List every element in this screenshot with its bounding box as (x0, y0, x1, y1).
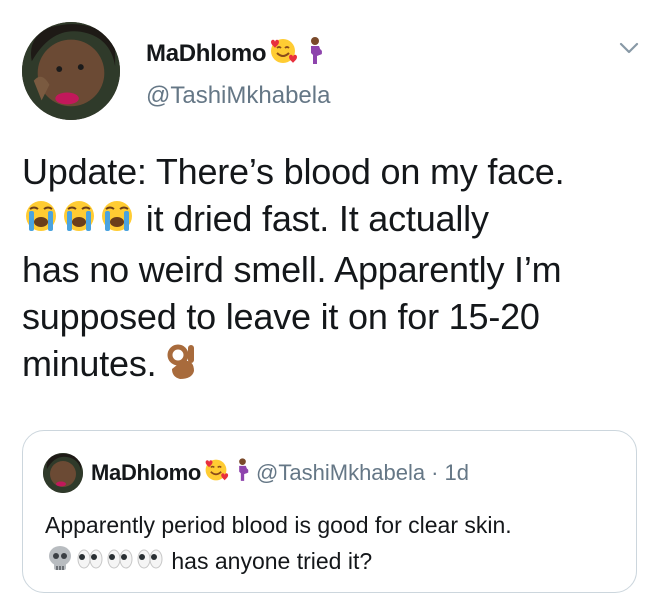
tweet-text-line: minutes. (22, 340, 652, 392)
profile-avatar[interactable] (22, 22, 120, 120)
loudly-crying-face-icon (98, 197, 136, 246)
quoted-text-line: Apparently period blood is good for clea… (45, 512, 512, 538)
quoted-author-display-name: MaDhlomo (91, 460, 202, 485)
ok-hand-icon (166, 341, 200, 392)
tweet-text-segment: minutes. (22, 342, 167, 384)
quoted-text-line: has anyone tried it? (45, 543, 625, 582)
author-display-name[interactable]: MaDhlomo (146, 40, 267, 68)
tweet-text-line: it dried fast. It actually (22, 195, 652, 246)
eyes-icon (135, 545, 165, 581)
author-handle[interactable]: @TashiMkhabela (146, 82, 330, 110)
eyes-icon (75, 545, 105, 581)
tweet-text: Update: There’s blood on my face. it dri… (22, 148, 652, 392)
quoted-tweet-timestamp: 1d (444, 460, 469, 485)
quoted-tweet-header: MaDhlomo @TashiMkhabela · 1d (91, 457, 469, 489)
quoted-text-segment: has anyone tried it? (165, 548, 373, 574)
author-name-row[interactable]: MaDhlomo (146, 36, 324, 71)
quoted-tweet-text: Apparently period blood is good for clea… (45, 507, 625, 582)
chevron-down-icon[interactable] (618, 40, 640, 56)
loudly-crying-face-icon (22, 197, 60, 246)
quoted-author-handle: @TashiMkhabela (256, 460, 426, 485)
tweet-text-line: Update: There’s blood on my face. (22, 151, 565, 192)
loudly-crying-face-icon (60, 197, 98, 246)
skull-icon (45, 544, 75, 582)
separator-dot: · (431, 460, 439, 485)
pregnant-woman-icon (306, 36, 324, 71)
tweet-text-line: supposed to leave it on for 15-20 (22, 295, 540, 337)
tweet-text-segment: it dried fast. It actually (136, 198, 489, 239)
smiling-face-with-hearts-icon (203, 457, 229, 489)
eyes-icon (105, 545, 135, 581)
pregnant-woman-icon (235, 457, 250, 489)
tweet-text-line: has no weird smell. Apparently I’m (22, 248, 562, 290)
quoted-author-avatar (43, 453, 83, 493)
quoted-tweet-card[interactable]: MaDhlomo @TashiMkhabela · 1d Apparently … (22, 430, 637, 593)
smiling-face-with-hearts-icon (268, 36, 298, 71)
